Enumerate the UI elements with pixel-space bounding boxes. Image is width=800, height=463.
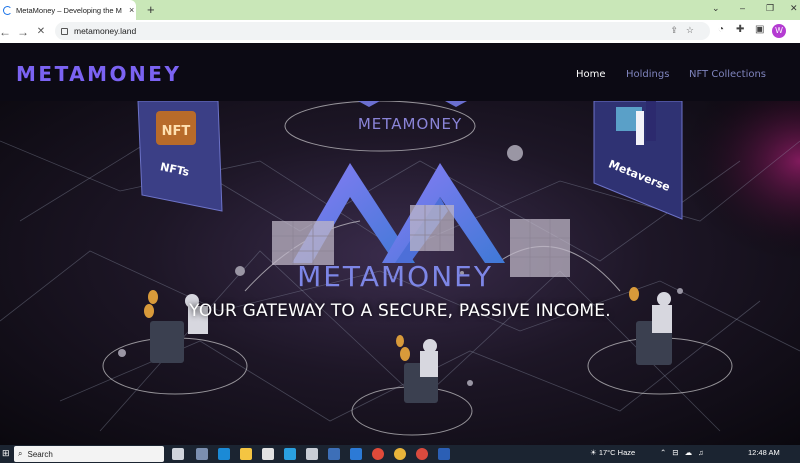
tab-search-icon[interactable]: ⌄: [712, 3, 720, 14]
photos-icon[interactable]: [328, 448, 340, 460]
app-icon[interactable]: [306, 448, 318, 460]
taskbar-search[interactable]: ⌕ Search: [14, 446, 164, 462]
taskbar-search-label: Search: [27, 449, 53, 459]
weather-text: 17°C Haze: [598, 448, 636, 457]
settings-app-icon[interactable]: [196, 448, 208, 460]
hero-logo-text: METAMONEY: [297, 260, 493, 293]
lock-icon[interactable]: [61, 27, 68, 35]
system-tray-icons[interactable]: ⌃⊟☁♫: [660, 448, 710, 457]
file-explorer-icon[interactable]: [240, 448, 252, 460]
chrome-active-icon[interactable]: [416, 448, 428, 460]
hero-banner: NFT NFTs Metaverse METAMONEY METAMONEY Y…: [0, 101, 800, 445]
nft-badge: NFT: [162, 124, 191, 139]
minimize-button[interactable]: –: [740, 3, 745, 13]
word-icon[interactable]: [438, 448, 450, 460]
nav-home[interactable]: Home: [576, 69, 606, 80]
extension-icon[interactable]: ◔: [718, 24, 724, 35]
profile-avatar[interactable]: W: [772, 24, 786, 38]
hero-top-logo: METAMONEY: [358, 115, 462, 133]
hero-title: YOUR GATEWAY TO A SECURE, PASSIVE INCOME…: [189, 301, 611, 321]
nav-holdings[interactable]: Holdings: [626, 69, 669, 80]
maximize-button[interactable]: ❐: [766, 3, 774, 14]
vscode-icon[interactable]: [350, 448, 362, 460]
browser-toolbar: ← → ✕ metamoney.land ⇪☆: [0, 20, 800, 43]
loading-spinner-icon: [3, 5, 12, 15]
task-view-icon[interactable]: [172, 448, 184, 460]
browser-tab[interactable]: MetaMoney – Developing the M ×: [0, 0, 136, 20]
tab-close-icon[interactable]: ×: [129, 5, 134, 15]
chrome-icon[interactable]: [372, 448, 384, 460]
chrome-profile-icon[interactable]: [394, 448, 406, 460]
nav-nft-collections[interactable]: NFT Collections: [689, 69, 766, 80]
sidepanel-icon[interactable]: ▣: [755, 24, 764, 35]
store-icon[interactable]: [262, 448, 274, 460]
hero-illustration: NFT NFTs Metaverse METAMONEY METAMONEY: [0, 101, 800, 436]
url-text[interactable]: metamoney.land: [74, 26, 136, 36]
weather-widget[interactable]: ☀ 17°C Haze: [590, 448, 635, 457]
forward-button[interactable]: →: [16, 25, 30, 39]
back-button[interactable]: ←: [0, 25, 12, 39]
close-window-button[interactable]: ✕: [790, 3, 798, 14]
browser-tab-bar: MetaMoney – Developing the M × + ⌄ – ❐ ✕: [0, 0, 800, 20]
windows-start-icon[interactable]: ⊞: [2, 448, 14, 460]
clock[interactable]: 12:48 AM: [748, 448, 780, 457]
address-bar[interactable]: metamoney.land ⇪☆: [55, 22, 710, 40]
share-bookmark-icons[interactable]: ⇪☆: [670, 25, 702, 36]
edge-icon[interactable]: [218, 448, 230, 460]
mail-icon[interactable]: [284, 448, 296, 460]
new-tab-button[interactable]: +: [147, 2, 155, 17]
tab-title: MetaMoney – Developing the M: [16, 5, 122, 15]
puzzle-extensions-icon[interactable]: ✚: [736, 24, 744, 35]
site-logo[interactable]: METAMONEY: [16, 62, 181, 86]
search-icon: ⌕: [18, 449, 23, 458]
windows-taskbar: ⊞ ⌕ Search ☀ 17°C Haze ⌃⊟☁♫ 12:48 AM: [0, 445, 800, 463]
stop-button[interactable]: ✕: [34, 26, 48, 37]
